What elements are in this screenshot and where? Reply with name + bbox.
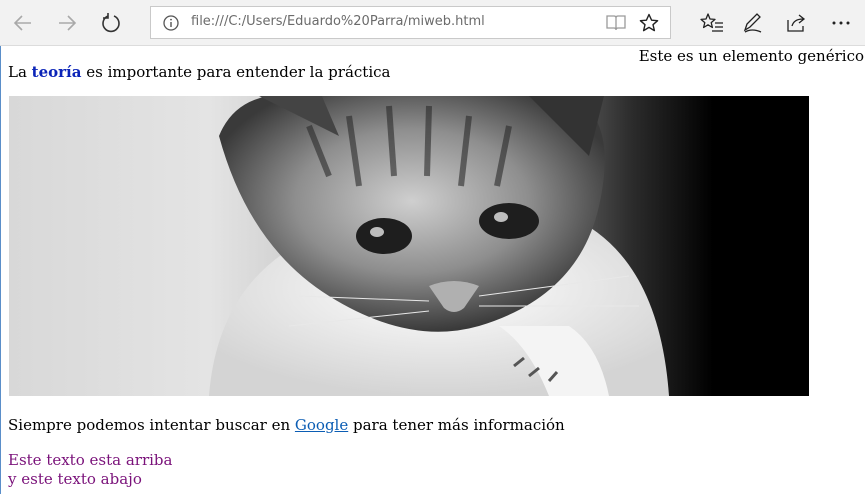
generic-element-text: Este es un elemento genérico [638,47,864,65]
info-icon[interactable] [163,15,179,31]
text-line-top: Este texto esta arriba [8,451,173,469]
search-before: Siempre podemos intentar buscar en [8,416,295,434]
share-icon [787,14,806,32]
forward-button[interactable] [52,8,82,38]
page-content: Este es un elemento genérico La teoría e… [0,46,865,494]
refresh-button[interactable] [96,8,126,38]
intro-after: es importante para entender la práctica [81,63,391,81]
search-paragraph: Siempre podemos intentar buscar en Googl… [8,416,565,434]
intro-before: La [8,63,32,81]
arrow-left-icon [13,15,31,31]
web-note-button[interactable] [738,8,768,38]
intro-paragraph: La teoría es importante para entender la… [8,63,390,81]
favorites-button[interactable] [697,8,727,38]
more-dots-icon [832,21,850,25]
favorites-list-icon [700,13,723,32]
refresh-icon [102,13,120,33]
arrow-right-icon [59,15,77,31]
text-line-bottom: y este texto abajo [8,470,142,488]
share-button[interactable] [782,8,812,38]
reading-view-icon[interactable] [606,14,626,32]
browser-toolbar: file:///C:/Users/Eduardo%20Parra/miweb.h… [0,0,865,46]
address-bar[interactable]: file:///C:/Users/Eduardo%20Parra/miweb.h… [150,6,671,39]
favorite-star-icon[interactable] [639,13,659,33]
back-button[interactable] [8,8,38,38]
search-after: para tener más información [348,416,565,434]
kitten-illustration [209,96,669,396]
bold-word: teoría [31,63,82,81]
google-link[interactable]: Google [295,416,348,434]
url-text[interactable]: file:///C:/Users/Eduardo%20Parra/miweb.h… [191,14,485,29]
kitten-photo [9,96,809,396]
pen-icon [743,13,762,33]
more-button[interactable] [826,8,856,38]
